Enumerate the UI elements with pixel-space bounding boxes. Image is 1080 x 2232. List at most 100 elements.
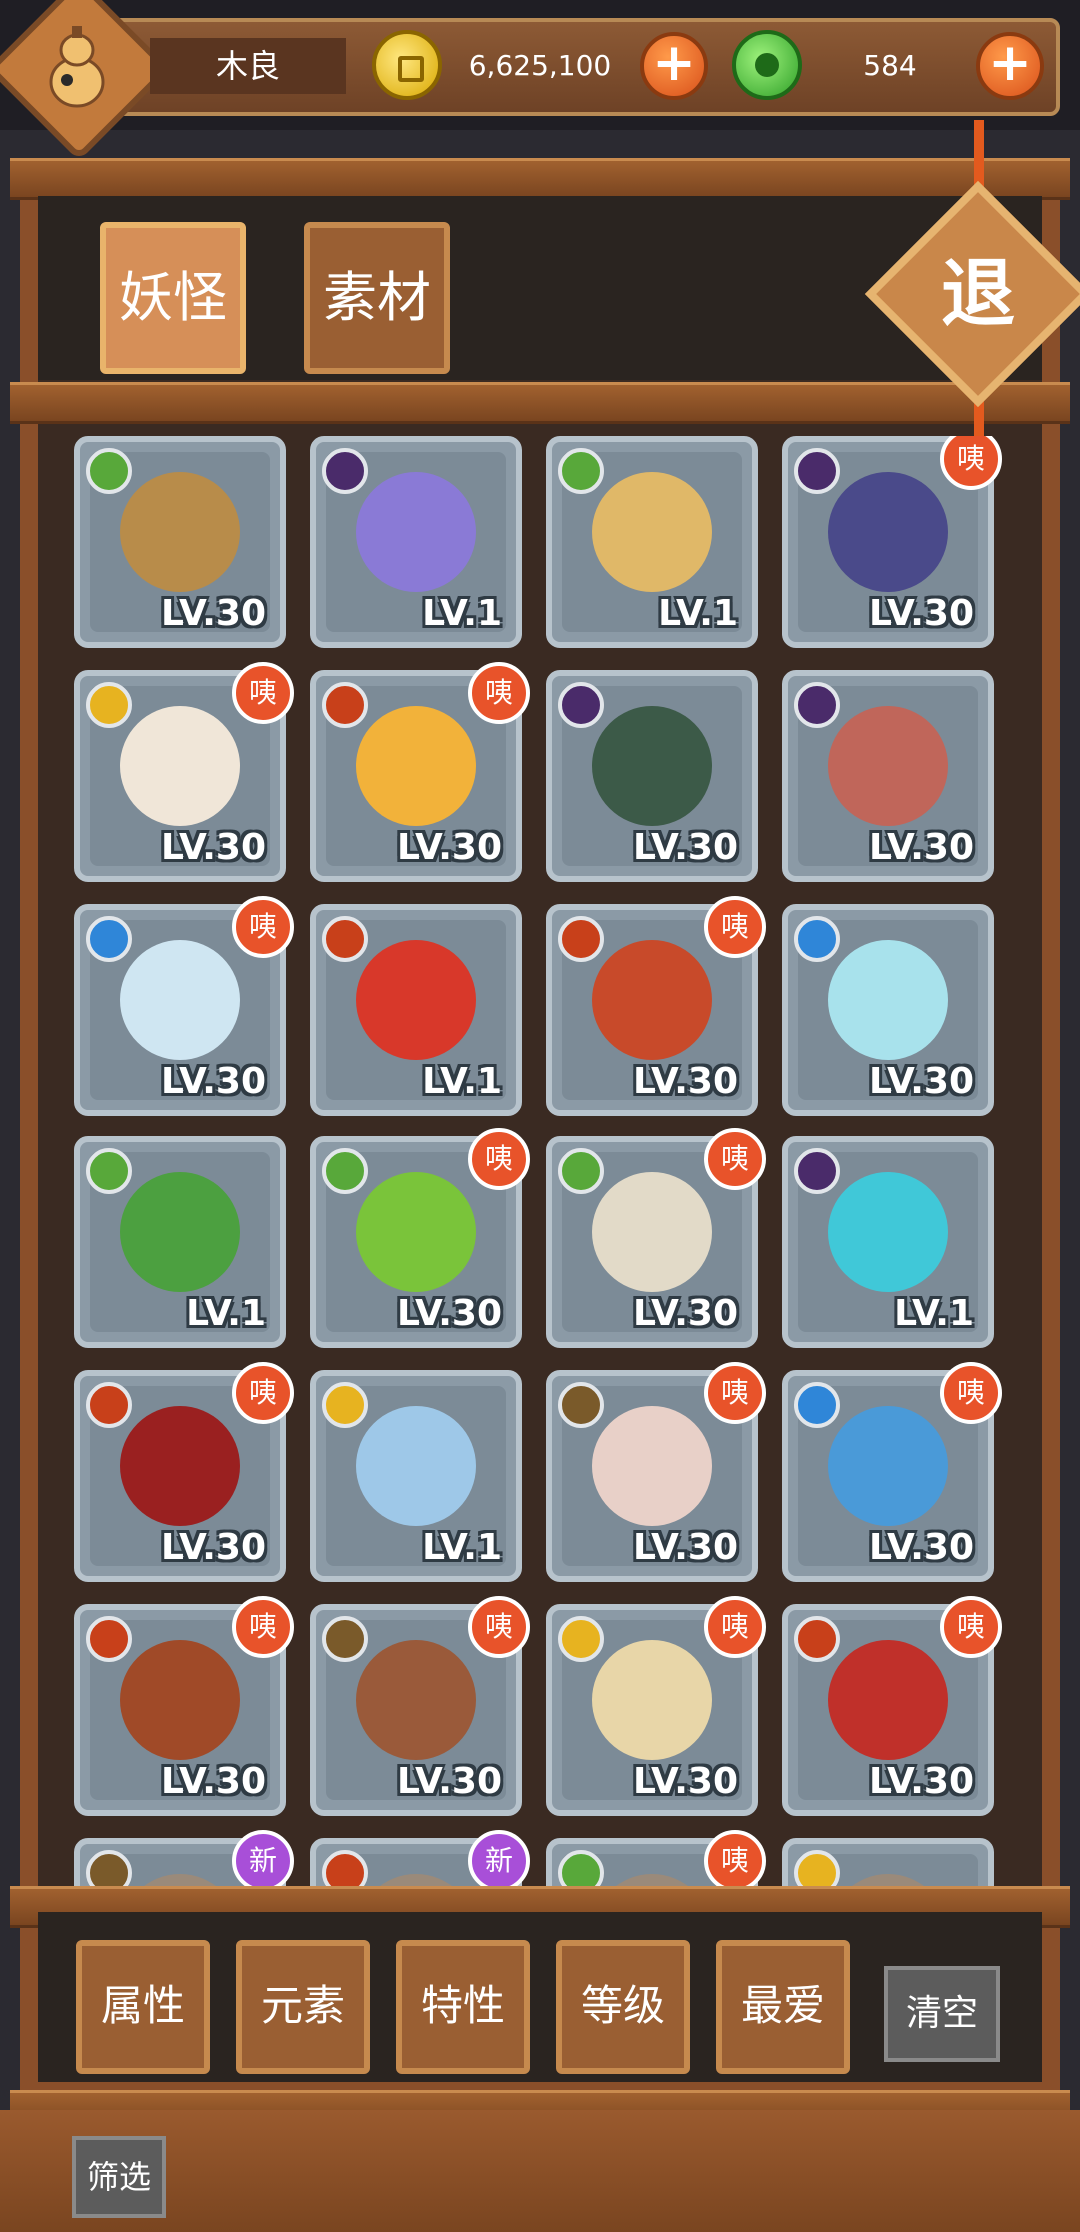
add-jade-button[interactable]: + (976, 32, 1044, 100)
level-label: LV.30 (397, 1293, 502, 1334)
fire-element-icon (322, 682, 368, 728)
fire-element-icon (322, 916, 368, 962)
monster-portrait (828, 940, 948, 1060)
monster-card[interactable]: 新 (310, 1830, 530, 1888)
monster-card[interactable]: LV.1 (546, 436, 758, 648)
fire-element-icon (558, 916, 604, 962)
monster-portrait (120, 1172, 240, 1292)
notice-badge: 咦 (704, 1596, 766, 1658)
level-label: LV.30 (397, 827, 502, 868)
monster-card[interactable]: 咦 LV.30 (310, 662, 530, 882)
filter-trait-button[interactable]: 特性 (396, 1940, 530, 2074)
leaf-element-icon (558, 448, 604, 494)
monster-card[interactable]: LV.30 (782, 670, 994, 882)
level-label: LV.1 (658, 593, 738, 634)
earth-element-icon (86, 1850, 132, 1888)
monster-portrait (828, 706, 948, 826)
leaf-element-icon (86, 448, 132, 494)
monster-portrait (120, 472, 240, 592)
level-label: LV.30 (869, 1061, 974, 1102)
filter-attribute-button[interactable]: 属性 (76, 1940, 210, 2074)
monster-portrait (592, 1640, 712, 1760)
monster-card[interactable] (782, 1838, 994, 1888)
new-badge: 新 (232, 1830, 294, 1888)
dark-element-icon (322, 448, 368, 494)
level-label: LV.30 (869, 1527, 974, 1568)
monster-portrait (120, 706, 240, 826)
notice-badge: 咦 (468, 1128, 530, 1190)
monster-card[interactable]: 咦 LV.30 (546, 1362, 766, 1582)
notice-badge: 咦 (704, 896, 766, 958)
monster-card[interactable]: 咦 LV.30 (74, 1362, 294, 1582)
leaf-element-icon (322, 1148, 368, 1194)
add-gold-button[interactable]: + (640, 32, 708, 100)
monster-card[interactable]: LV.1 (310, 436, 522, 648)
jade-amount: 584 (863, 49, 917, 82)
level-label: LV.1 (894, 1293, 974, 1334)
monster-portrait (120, 940, 240, 1060)
monster-card[interactable]: 新 (74, 1830, 294, 1888)
monster-card[interactable]: 咦 LV.30 (74, 896, 294, 1116)
level-label: LV.30 (161, 593, 266, 634)
monster-card[interactable]: LV.30 (546, 670, 758, 882)
level-label: LV.30 (633, 1761, 738, 1802)
monster-portrait (828, 1172, 948, 1292)
monster-card[interactable]: 咦 LV.30 (782, 1596, 1002, 1816)
monster-card[interactable]: 咦 LV.30 (74, 1596, 294, 1816)
notice-badge: 咦 (940, 436, 1002, 490)
monster-portrait (592, 1172, 712, 1292)
monster-card[interactable]: 咦 LV.30 (546, 1596, 766, 1816)
monster-portrait (828, 1640, 948, 1760)
monster-card[interactable]: 咦 LV.30 (782, 436, 1002, 648)
level-label: LV.30 (869, 593, 974, 634)
gold-amount: 6,625,100 (468, 49, 612, 82)
level-label: LV.1 (422, 1527, 502, 1568)
monster-card[interactable]: LV.1 (310, 1370, 522, 1582)
filter-element-button[interactable]: 元素 (236, 1940, 370, 2074)
fire-element-icon (86, 1616, 132, 1662)
dark-element-icon (794, 1148, 840, 1194)
top-bar: 木良 6,625,100 + 584 + (0, 0, 1080, 161)
dark-element-icon (794, 448, 840, 494)
monster-grid: LV.30 LV.1 LV.1 咦 LV.30 咦 LV.30 咦 LV.30 LV.30 LV.3… (74, 436, 1004, 1888)
monster-card[interactable]: 咦 (546, 1830, 766, 1888)
fire-element-icon (322, 1850, 368, 1888)
monster-portrait (356, 1640, 476, 1760)
notice-badge: 咦 (232, 1362, 294, 1424)
monster-portrait (356, 1172, 476, 1292)
water-element-icon (794, 916, 840, 962)
notice-badge: 咦 (940, 1596, 1002, 1658)
dark-element-icon (558, 682, 604, 728)
monster-card[interactable]: 咦 LV.30 (546, 1128, 766, 1348)
level-label: LV.30 (633, 1293, 738, 1334)
notice-badge: 咦 (232, 1596, 294, 1658)
monster-portrait (356, 940, 476, 1060)
filter-level-button[interactable]: 等级 (556, 1940, 690, 2074)
tab-monsters[interactable]: 妖怪 (100, 222, 246, 374)
monster-card[interactable]: 咦 LV.30 (782, 1362, 1002, 1582)
jade-coin-icon (732, 30, 802, 100)
monster-card[interactable]: LV.1 (310, 904, 522, 1116)
monster-card[interactable]: 咦 LV.30 (546, 896, 766, 1116)
exit-label[interactable]: 退 (898, 214, 1058, 374)
notice-badge: 咦 (704, 1128, 766, 1190)
monster-portrait (828, 472, 948, 592)
monster-card[interactable]: LV.30 (74, 436, 286, 648)
water-element-icon (794, 1382, 840, 1428)
level-label: LV.30 (161, 1527, 266, 1568)
filter-favorite-button[interactable]: 最爱 (716, 1940, 850, 2074)
level-label: LV.30 (397, 1761, 502, 1802)
monster-card[interactable]: LV.1 (782, 1136, 994, 1348)
dark-element-icon (794, 682, 840, 728)
monster-card[interactable]: 咦 LV.30 (310, 1128, 530, 1348)
tab-materials[interactable]: 素材 (304, 222, 450, 374)
screen-button[interactable]: 筛选 (72, 2136, 166, 2218)
top-beam (10, 158, 1070, 200)
gold-coin-icon (372, 30, 442, 100)
earth-element-icon (558, 1382, 604, 1428)
monster-card[interactable]: LV.30 (782, 904, 994, 1116)
monster-card[interactable]: 咦 LV.30 (310, 1596, 530, 1816)
monster-card[interactable]: LV.1 (74, 1136, 286, 1348)
monster-card[interactable]: 咦 LV.30 (74, 662, 294, 882)
clear-button[interactable]: 清空 (884, 1966, 1000, 2062)
